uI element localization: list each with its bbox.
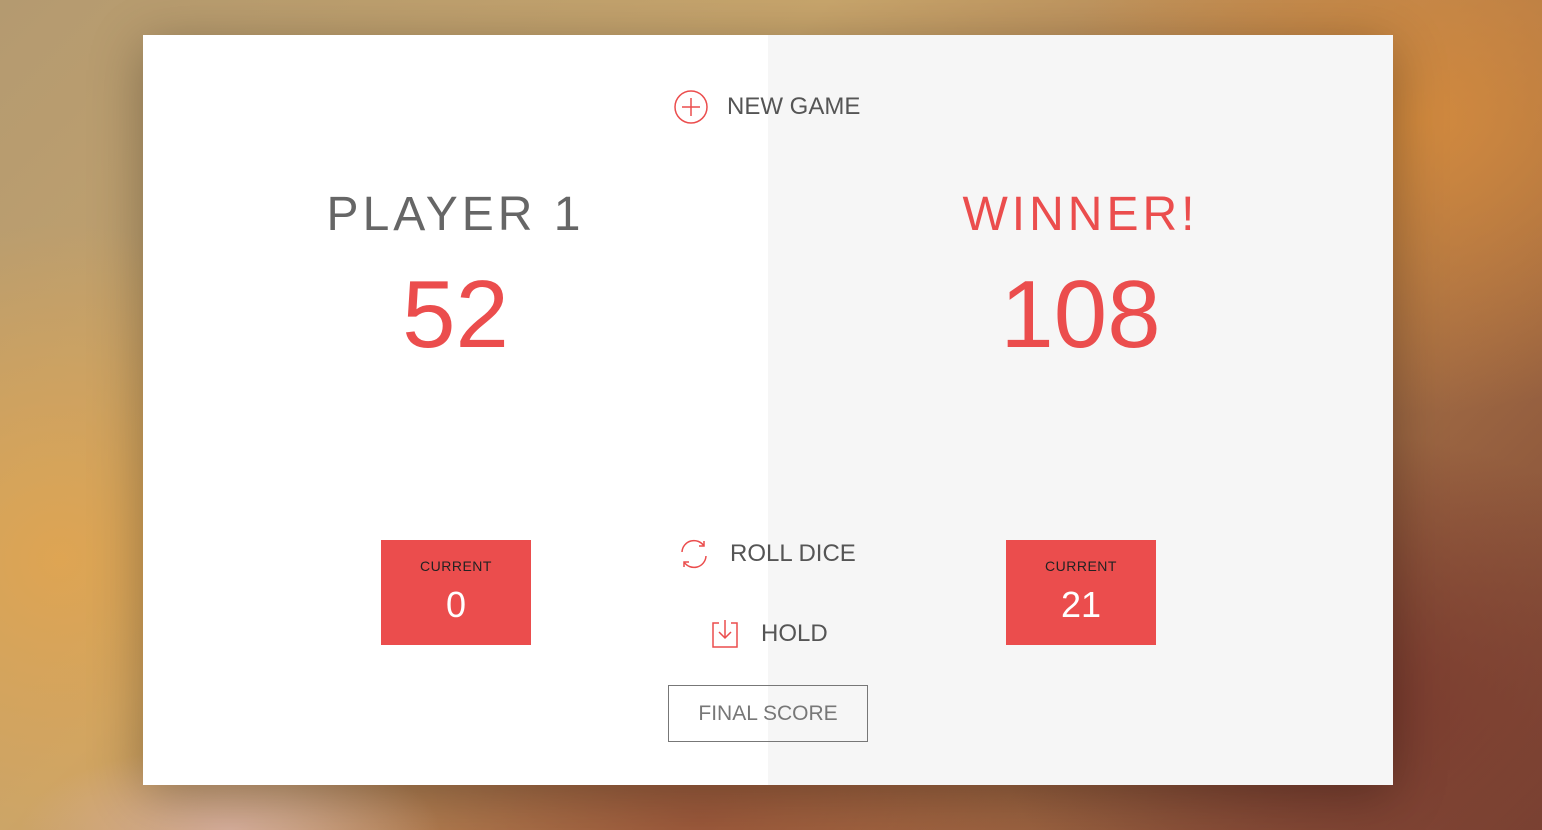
download-icon <box>707 616 743 652</box>
player-1-current-box: CURRENT 0 <box>381 540 531 645</box>
roll-dice-button[interactable]: ROLL DICE <box>676 536 856 572</box>
player-2-current-score: 21 <box>1060 584 1102 625</box>
player-2-score: 108 <box>1000 261 1161 368</box>
final-score-input[interactable] <box>668 685 868 742</box>
circle-plus-icon <box>673 89 709 125</box>
hold-label: HOLD <box>761 620 828 647</box>
player-2-current-box: CURRENT 21 <box>1006 540 1156 645</box>
new-game-button[interactable]: NEW GAME <box>673 89 860 125</box>
game-board: PLAYER 1 52 CURRENT 0 WINNER! 108 CURREN… <box>143 35 1393 785</box>
player-1-current-label: CURRENT <box>420 558 492 574</box>
player-1-name: PLAYER 1 <box>326 188 585 241</box>
refresh-icon <box>676 536 712 572</box>
hold-button[interactable]: HOLD <box>707 616 828 652</box>
player-2-name: WINNER! <box>962 188 1199 241</box>
player-2-panel: WINNER! 108 CURRENT 21 <box>768 35 1393 785</box>
player-1-score: 52 <box>402 261 509 368</box>
roll-dice-label: ROLL DICE <box>730 540 856 567</box>
player-2-current-label: CURRENT <box>1045 558 1117 574</box>
player-1-panel: PLAYER 1 52 CURRENT 0 <box>143 35 768 785</box>
player-1-current-score: 0 <box>445 584 467 625</box>
new-game-label: NEW GAME <box>727 93 861 120</box>
